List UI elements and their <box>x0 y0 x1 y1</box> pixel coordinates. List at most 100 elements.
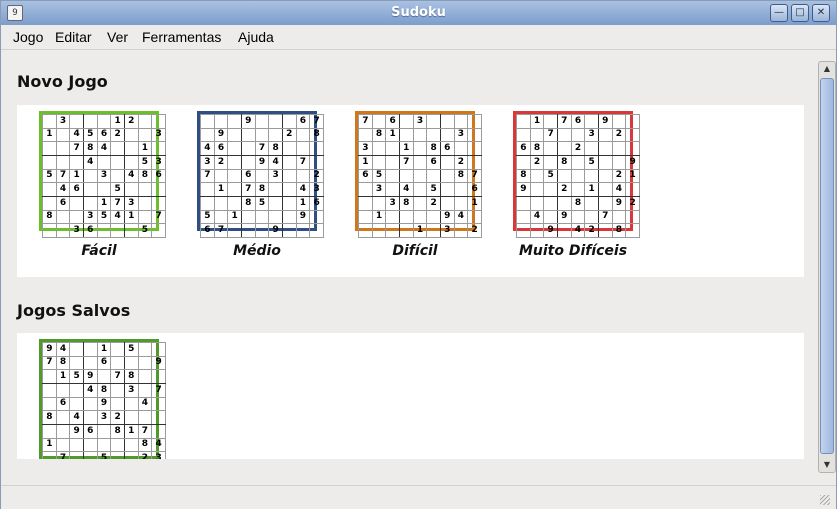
sudoku-cell <box>82 451 98 459</box>
sudoku-board[interactable]: 312145623784145357134864656173835417365 <box>39 111 166 238</box>
sudoku-cell <box>110 355 125 371</box>
sudoku-cell: 2 <box>625 195 640 211</box>
sudoku-cell: 4 <box>529 209 545 225</box>
sudoku-cell <box>281 195 297 211</box>
sudoku-cell <box>151 396 166 412</box>
sudoku-cell <box>570 168 586 184</box>
vertical-scrollbar[interactable]: ▲ ▼ <box>818 61 836 473</box>
sudoku-cell: 6 <box>467 182 482 197</box>
maximize-button[interactable]: □ <box>791 4 809 22</box>
sudoku-cell <box>96 369 112 384</box>
sudoku-cell <box>69 382 84 398</box>
sudoku-cell: 4 <box>55 342 71 357</box>
sudoku-cell <box>529 127 545 143</box>
sudoku-cell: 9 <box>254 154 270 170</box>
sudoku-cell: 8 <box>42 410 57 425</box>
scroll-up-arrow-icon[interactable]: ▲ <box>819 62 835 76</box>
sudoku-cell: 1 <box>584 182 599 197</box>
sudoku-cell <box>584 209 599 225</box>
minimize-button[interactable]: — <box>770 4 788 22</box>
sudoku-cell <box>151 223 166 238</box>
sudoku-cell: 7 <box>213 223 229 238</box>
sudoku-cell: 6 <box>426 154 441 170</box>
menu-ferramentas[interactable]: Ferramentas <box>142 29 221 45</box>
sudoku-cell: 5 <box>123 342 139 357</box>
sudoku-cell <box>597 182 613 197</box>
sudoku-cell: 4 <box>110 209 125 225</box>
sudoku-cell <box>309 209 324 225</box>
sudoku-cell <box>42 114 57 129</box>
sudoku-cell: 6 <box>96 355 112 371</box>
sudoku-cell <box>69 355 84 371</box>
sudoku-cell <box>467 127 482 143</box>
sudoku-cell: 1 <box>213 182 229 197</box>
sudoku-cell <box>42 369 57 384</box>
sudoku-cell <box>295 223 311 238</box>
sudoku-cell: 9 <box>213 127 229 143</box>
sudoku-cell: 8 <box>82 141 98 156</box>
sudoku-cell <box>516 223 531 238</box>
sudoku-cell: 1 <box>625 168 640 184</box>
sudoku-cell <box>625 114 640 129</box>
sudoku-cell <box>82 168 98 184</box>
scroll-down-arrow-icon[interactable]: ▼ <box>819 458 835 472</box>
sudoku-cell <box>625 223 640 238</box>
sudoku-cell <box>227 168 242 184</box>
sudoku-cell: 7 <box>137 423 153 439</box>
sudoku-cell <box>137 410 153 425</box>
sudoku-cell <box>268 209 283 225</box>
sudoku-cell: 2 <box>309 168 324 184</box>
sudoku-cell <box>412 209 428 225</box>
sudoku-cell <box>69 114 84 129</box>
sudoku-cell: 5 <box>137 154 153 170</box>
sudoku-cell: 1 <box>371 209 387 225</box>
sudoku-cell: 6 <box>96 127 112 143</box>
sudoku-cell: 7 <box>69 141 84 156</box>
sudoku-cell: 3 <box>412 114 428 129</box>
scroll-thumb[interactable] <box>820 78 834 454</box>
sudoku-cell <box>398 223 414 238</box>
close-button[interactable]: ✕ <box>812 4 830 22</box>
sudoku-cell: 8 <box>453 168 469 184</box>
sudoku-cell <box>371 114 387 129</box>
sudoku-cell: 8 <box>137 437 153 453</box>
sudoku-cell <box>137 369 153 384</box>
sudoku-cell <box>371 154 387 170</box>
sudoku-board[interactable]: 9679284678329477632178438516519679 <box>197 111 324 238</box>
sudoku-cell: 9 <box>439 209 455 225</box>
sudoku-cell: 3 <box>151 451 166 459</box>
sudoku-cell: 7 <box>151 209 166 225</box>
sudoku-cell <box>453 114 469 129</box>
sudoku-cell: 7 <box>543 127 558 143</box>
sudoku-cell: 2 <box>584 223 599 238</box>
sudoku-cell <box>227 114 242 129</box>
menu-editar[interactable]: Editar <box>55 29 92 45</box>
sudoku-cell <box>597 223 613 238</box>
sudoku-board[interactable]: 76381331861762658734563821194132 <box>355 111 482 238</box>
sudoku-cell: 6 <box>240 168 256 184</box>
sudoku-cell <box>309 141 324 156</box>
sudoku-cell <box>358 223 373 238</box>
sudoku-cell: 9 <box>516 182 531 197</box>
menu-ver[interactable]: Ver <box>107 29 128 45</box>
resize-grip-icon[interactable] <box>820 495 830 505</box>
sudoku-cell: 3 <box>96 410 112 425</box>
sudoku-cell <box>123 437 139 453</box>
sudoku-cell: 5 <box>371 168 387 184</box>
sudoku-cell <box>426 127 441 143</box>
sudoku-cell <box>268 195 283 211</box>
menu-jogo[interactable]: Jogo <box>13 29 43 45</box>
menu-ajuda[interactable]: Ajuda <box>238 29 274 45</box>
sudoku-cell: 7 <box>556 114 572 129</box>
sudoku-cell <box>137 195 153 211</box>
sudoku-cell <box>151 195 166 211</box>
sudoku-board[interactable]: 941578691597848376948432968171847523 <box>39 339 166 459</box>
sudoku-cell: 2 <box>529 154 545 170</box>
sudoku-cell <box>123 451 139 459</box>
sudoku-cell: 7 <box>295 154 311 170</box>
sudoku-cell: 8 <box>55 355 71 371</box>
sudoku-board[interactable]: 17697326822859852192148924979428 <box>513 111 640 238</box>
sudoku-cell <box>281 114 297 129</box>
sudoku-cell <box>529 168 545 184</box>
sudoku-cell <box>543 195 558 211</box>
